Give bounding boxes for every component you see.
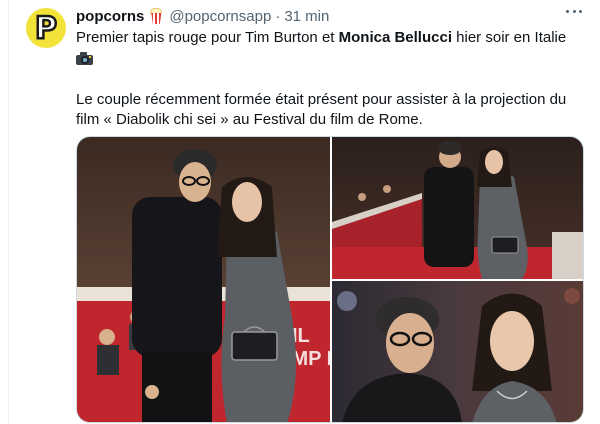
tweet-header: popcorns @popcornsapp · 31 min: [76, 6, 329, 26]
avatar[interactable]: P: [26, 8, 66, 48]
media-grid: IL AMP RO: [76, 136, 584, 423]
author-handle[interactable]: @popcornsapp: [169, 8, 271, 25]
tweet-text-bold: Monica Bellucci: [338, 29, 452, 46]
red-carpet-photo-wide[interactable]: [332, 137, 583, 279]
avatar-logo: P: [34, 11, 59, 46]
author-name[interactable]: popcorns: [76, 8, 144, 25]
red-carpet-photo-closeup[interactable]: [332, 281, 583, 422]
separator-dot: ·: [275, 7, 281, 25]
tweet-paragraph-1: Premier tapis rouge pour Tim Burton et M…: [76, 28, 588, 70]
more-options-icon[interactable]: [566, 10, 582, 16]
popcorn-icon: [149, 8, 163, 24]
timestamp[interactable]: 31 min: [284, 8, 329, 25]
tweet-text-part: Premier tapis rouge pour Tim Burton et: [76, 29, 339, 46]
tweet-text: Premier tapis rouge pour Tim Burton et M…: [76, 28, 588, 130]
tweet-paragraph-2: Le couple récemment formée était présent…: [76, 91, 567, 128]
red-carpet-photo-full-length[interactable]: IL AMP RO: [77, 137, 330, 422]
timeline-divider: [8, 0, 9, 424]
camera-flash-icon: [76, 52, 93, 65]
tweet-text-part: hier soir en Italie: [452, 29, 567, 46]
